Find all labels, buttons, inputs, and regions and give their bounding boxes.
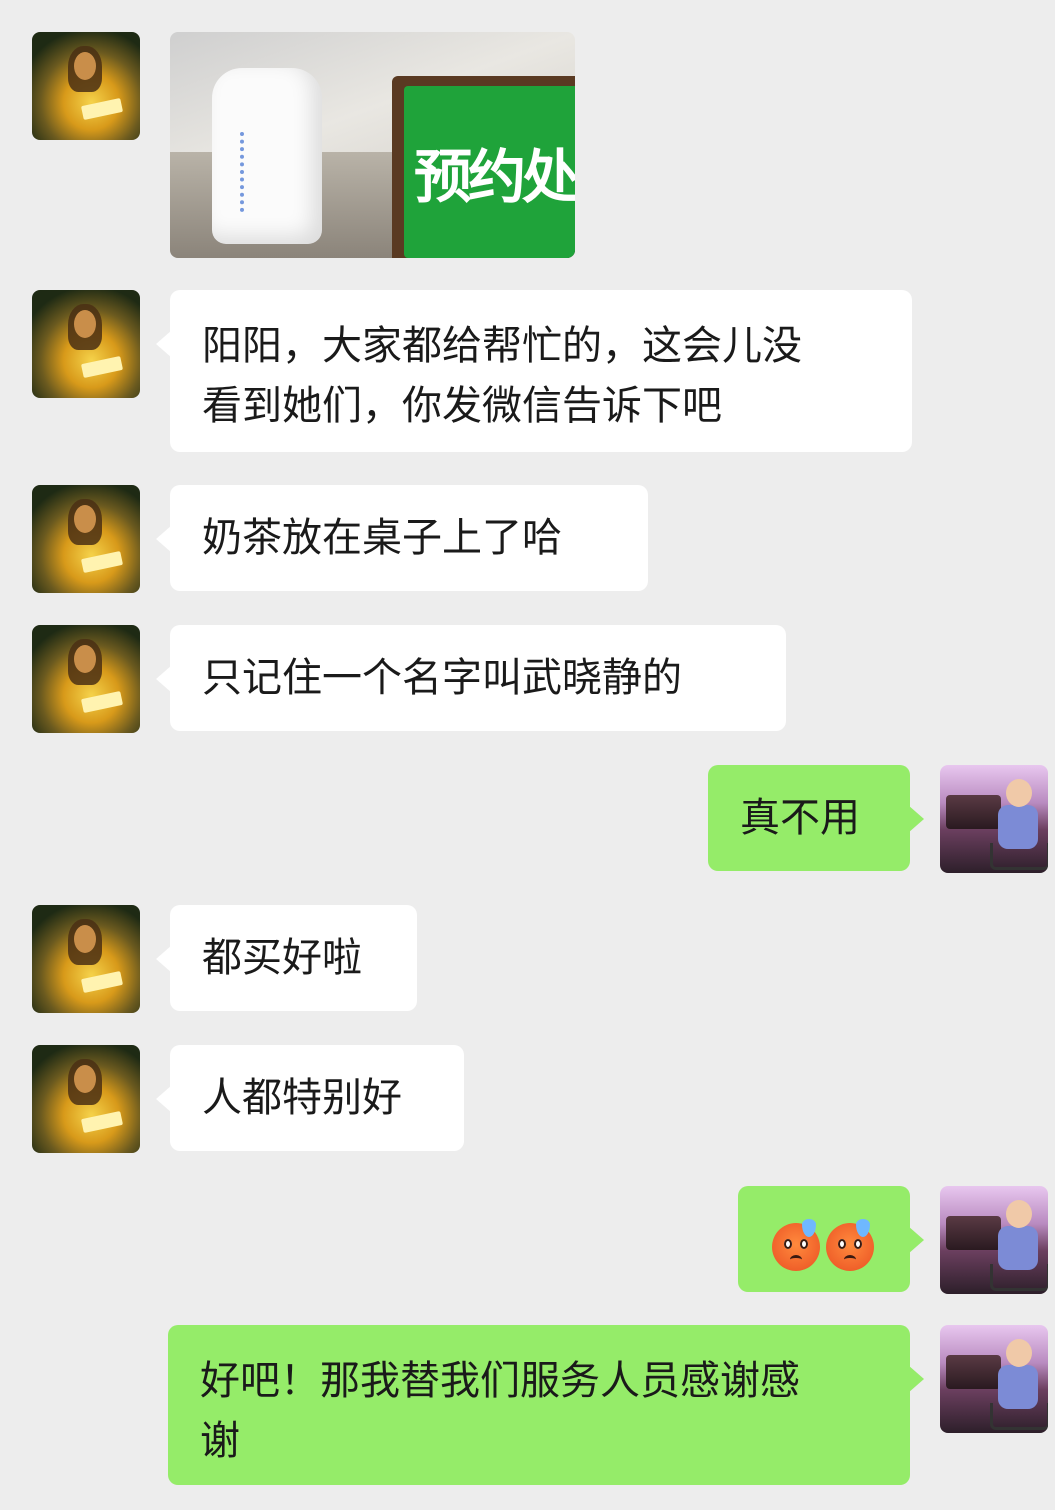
anxious-sweat-face-emoji-icon	[772, 1219, 820, 1271]
incoming-message-bubble[interactable]: 都买好啦	[156, 905, 417, 1011]
message-text-line: 看到她们，你发微信告诉下吧	[202, 383, 722, 429]
message-text: 只记住一个名字叫武晓静的	[202, 655, 682, 701]
my-avatar[interactable]	[940, 1325, 1048, 1433]
image-message[interactable]: 预约处	[170, 32, 575, 258]
message-text-line: 谢	[200, 1418, 240, 1464]
contact-avatar[interactable]	[32, 485, 140, 593]
incoming-message-bubble[interactable]: 奶茶放在桌子上了哈	[156, 485, 648, 591]
incoming-message-bubble[interactable]: 只记住一个名字叫武晓静的	[156, 625, 786, 731]
outgoing-message-bubble[interactable]: 真不用	[708, 765, 924, 871]
outgoing-message-bubble[interactable]: 好吧！那我替我们服务人员感谢感 谢	[168, 1325, 924, 1485]
contact-avatar[interactable]	[32, 290, 140, 398]
outgoing-emoji-bubble[interactable]	[738, 1186, 924, 1292]
message-text-line: 好吧！那我替我们服务人员感谢感	[200, 1358, 800, 1404]
message-text: 奶茶放在桌子上了哈	[202, 515, 562, 561]
my-avatar[interactable]	[940, 765, 1048, 873]
contact-avatar[interactable]	[32, 1045, 140, 1153]
incoming-message-bubble[interactable]: 人都特别好	[156, 1045, 464, 1151]
message-text: 真不用	[740, 795, 860, 841]
contact-avatar[interactable]	[32, 32, 140, 140]
my-avatar[interactable]	[940, 1186, 1048, 1294]
anxious-sweat-face-emoji-icon	[826, 1219, 874, 1271]
contact-avatar[interactable]	[32, 625, 140, 733]
message-text: 都买好啦	[202, 935, 362, 981]
incoming-message-bubble[interactable]: 阳阳，大家都给帮忙的，这会儿没 看到她们，你发微信告诉下吧	[156, 290, 912, 452]
contact-avatar[interactable]	[32, 905, 140, 1013]
reservation-sign: 预约处	[404, 86, 575, 258]
message-text: 人都特别好	[202, 1075, 402, 1121]
message-text-line: 阳阳，大家都给帮忙的，这会儿没	[202, 323, 802, 369]
